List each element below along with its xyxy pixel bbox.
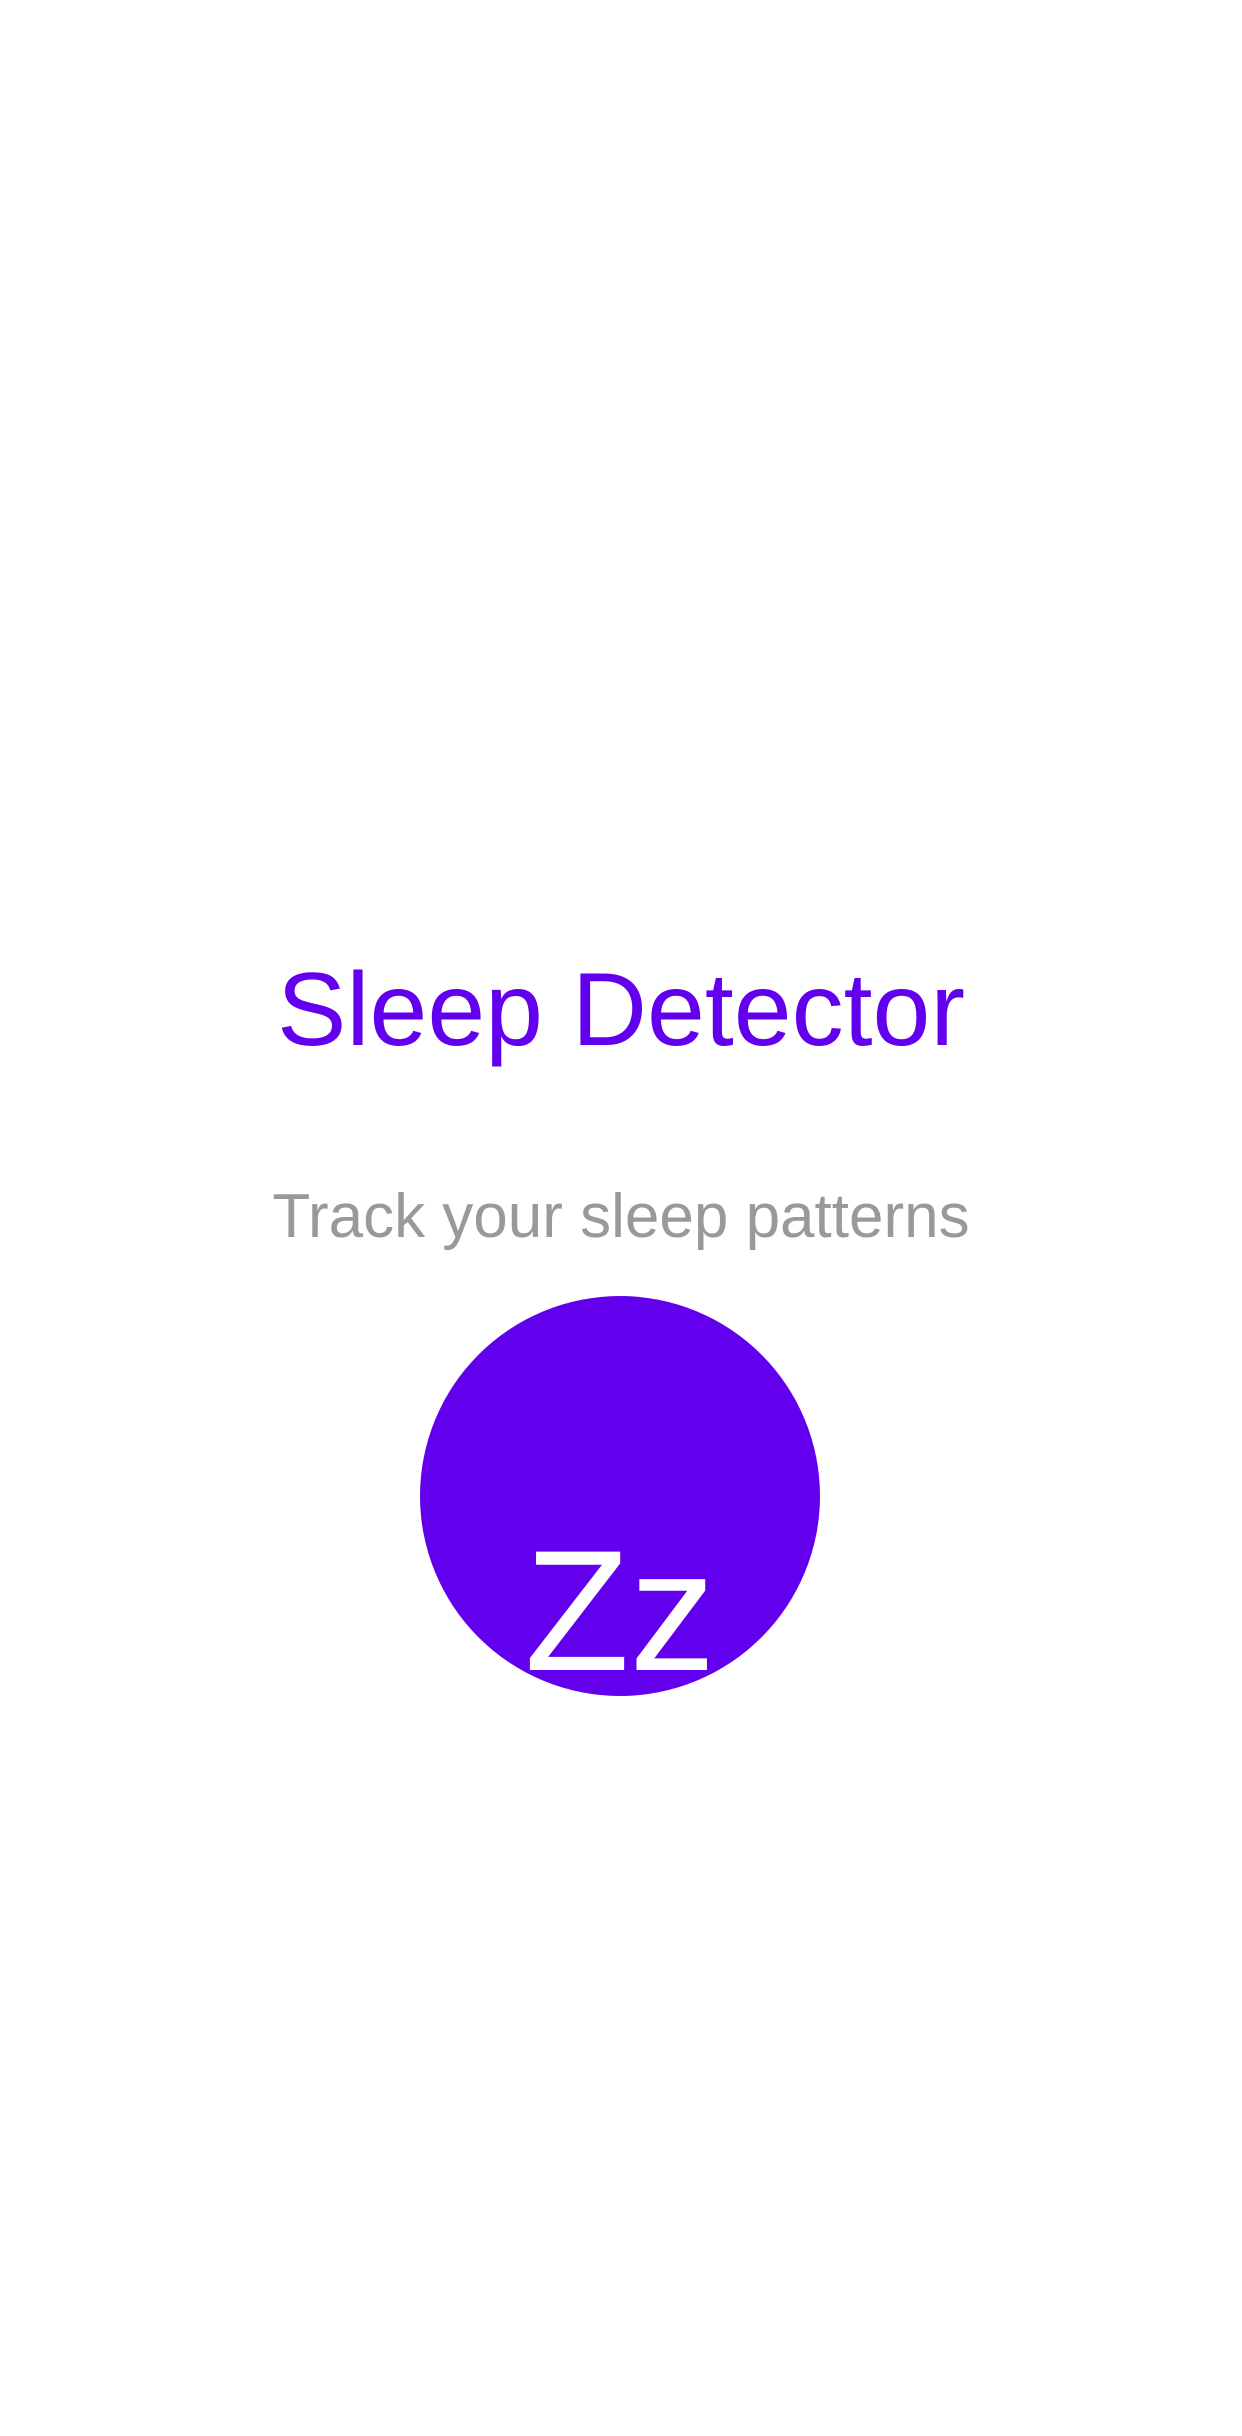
sleep-button-label: Zz: [524, 1515, 716, 1696]
screen: Sleep Detector Track your sleep patterns…: [0, 0, 1242, 2436]
app-subtitle: Track your sleep patterns: [272, 1182, 970, 1251]
app-title: Sleep Detector: [277, 952, 965, 1068]
sleep-button[interactable]: Zz: [420, 1296, 820, 1696]
